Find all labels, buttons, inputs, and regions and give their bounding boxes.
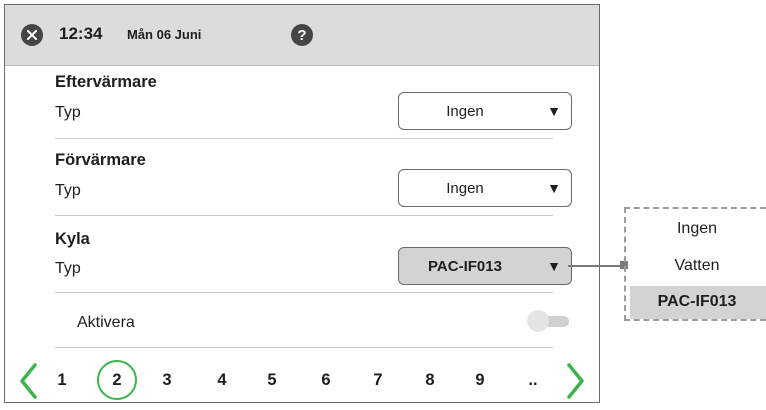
chevron-right-icon[interactable] — [565, 361, 587, 401]
header-bar: 12:34 Mån 06 Juni ? — [5, 5, 599, 66]
select-value: Ingen — [446, 103, 484, 120]
page-7[interactable]: 7 — [366, 371, 390, 390]
type-label: Typ — [55, 182, 81, 199]
type-select-kyla[interactable]: PAC-IF013 ▼ — [398, 247, 572, 285]
type-label: Typ — [55, 260, 81, 277]
clock-time: 12:34 — [59, 24, 103, 43]
clock-date: Mån 06 Juni — [127, 27, 202, 42]
select-value: Ingen — [446, 180, 484, 197]
page-1[interactable]: 1 — [50, 371, 74, 390]
page-4[interactable]: 4 — [210, 371, 234, 390]
page-3[interactable]: 3 — [155, 371, 179, 390]
section-title-eftervarmare: Eftervärmare — [55, 73, 157, 91]
page-6[interactable]: 6 — [314, 371, 338, 390]
page-more[interactable]: .. — [521, 371, 545, 390]
dropdown-option-vatten[interactable]: Vatten — [626, 257, 766, 275]
dropdown-option-pac-if013[interactable]: PAC-IF013 — [626, 293, 766, 311]
type-select-eftervarmare[interactable]: Ingen ▼ — [398, 92, 572, 130]
close-icon[interactable] — [21, 24, 43, 46]
dropdown-option-ingen[interactable]: Ingen — [626, 220, 766, 238]
divider — [55, 138, 553, 139]
type-select-forvarmare[interactable]: Ingen ▼ — [398, 169, 572, 207]
type-label: Typ — [55, 104, 81, 121]
page-8[interactable]: 8 — [418, 371, 442, 390]
divider — [55, 215, 553, 216]
help-icon[interactable]: ? — [291, 24, 313, 46]
page-9[interactable]: 9 — [468, 371, 492, 390]
select-value: PAC-IF013 — [428, 258, 502, 275]
callout-connector — [568, 265, 625, 267]
page-5[interactable]: 5 — [260, 371, 284, 390]
toggle-knob — [527, 310, 549, 332]
page-2[interactable]: 2 — [105, 371, 129, 390]
dropdown-arrow-icon: ▼ — [547, 180, 561, 196]
dropdown-arrow-icon: ▼ — [547, 258, 561, 274]
type-dropdown-list: Ingen Vatten PAC-IF013 — [624, 207, 766, 321]
divider — [55, 292, 553, 293]
section-title-forvarmare: Förvärmare — [55, 151, 146, 169]
activate-label: Aktivera — [77, 314, 135, 331]
settings-panel: 12:34 Mån 06 Juni ? Eftervärmare Typ Ing… — [4, 4, 600, 403]
chevron-left-icon[interactable] — [17, 361, 39, 401]
activate-toggle[interactable] — [527, 310, 571, 332]
dropdown-arrow-icon: ▼ — [547, 103, 561, 119]
section-title-kyla: Kyla — [55, 230, 90, 248]
divider — [55, 347, 553, 348]
